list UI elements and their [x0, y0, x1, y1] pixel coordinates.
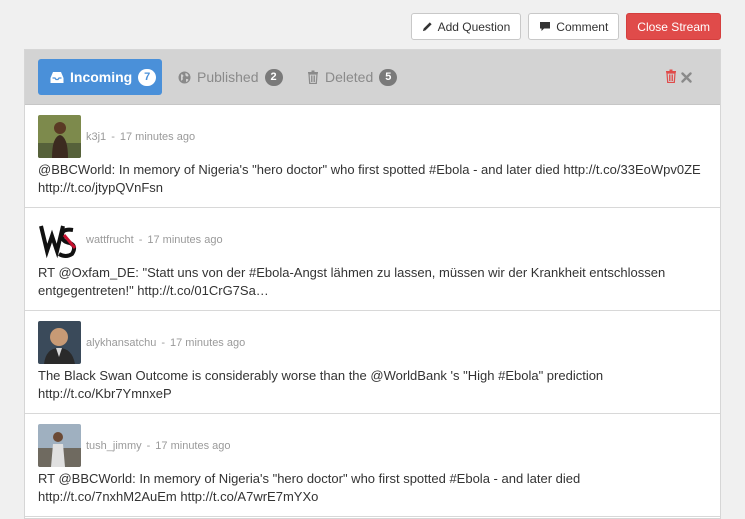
add-question-label: Add Question	[437, 19, 511, 34]
pencil-icon	[422, 22, 432, 32]
tweet-text: RT @BBCWorld: In memory of Nigeria's "he…	[38, 471, 581, 504]
comment-icon	[540, 22, 551, 31]
tab-incoming-label: Incoming	[70, 69, 133, 85]
tab-published-label: Published	[197, 69, 259, 85]
timestamp: 17 minutes ago	[119, 130, 196, 143]
feed-list: k3j1 - 17 minutes ago @BBCWorld: In memo…	[25, 105, 720, 518]
timestamp: 17 minutes ago	[170, 336, 246, 349]
meta-separator: -	[161, 336, 165, 349]
trash-icon[interactable]	[665, 69, 677, 88]
comment-label: Comment	[556, 19, 609, 34]
tweet-text: @BBCWorld: In memory of Nigeria's "hero …	[38, 162, 701, 195]
close-icon[interactable]	[681, 70, 692, 88]
meta-separator: -	[146, 439, 151, 452]
stream-panel: Incoming 7 Published 2 Deleted 5 k3j1 - …	[24, 49, 721, 519]
tweet-text: The Black Swan Outcome is considerably w…	[38, 368, 604, 401]
close-stream-label: Close Stream	[637, 19, 710, 34]
tab-incoming[interactable]: Incoming 7	[38, 59, 162, 95]
tweet-text: RT @Oxfam_DE: "Statt uns von der #Ebola-…	[38, 265, 666, 298]
meta-separator: -	[138, 233, 143, 246]
add-question-button[interactable]: Add Question	[410, 13, 522, 40]
author-name[interactable]: alykhansatchu	[86, 337, 156, 349]
timestamp: 17 minutes ago	[155, 439, 231, 452]
feed-item[interactable]: tush_jimmy - 17 minutes ago RT @BBCWorld…	[25, 414, 720, 517]
feed-item[interactable]: k3j1 - 17 minutes ago @BBCWorld: In memo…	[25, 105, 720, 208]
panel-tools	[665, 69, 692, 88]
published-count-badge: 2	[264, 68, 283, 86]
incoming-count-badge: 7	[138, 68, 157, 86]
close-stream-button[interactable]: Close Stream	[626, 13, 721, 40]
inbox-icon	[50, 71, 64, 84]
deleted-count-badge: 5	[379, 68, 398, 86]
stream-toolbar: Add Question Comment Close Stream	[410, 13, 721, 40]
tab-published[interactable]: Published 2	[166, 59, 295, 95]
tab-bar: Incoming 7 Published 2 Deleted 5	[25, 50, 720, 105]
avatar	[38, 424, 81, 467]
tab-deleted-label: Deleted	[325, 69, 374, 85]
author-name[interactable]: k3j1	[86, 131, 106, 143]
globe-icon	[178, 71, 191, 84]
timestamp: 17 minutes ago	[147, 233, 223, 246]
avatar	[38, 115, 81, 158]
trash-icon	[307, 70, 319, 84]
avatar	[38, 218, 81, 261]
author-name[interactable]: wattfrucht	[86, 234, 134, 246]
meta-separator: -	[111, 130, 115, 143]
author-name[interactable]: tush_jimmy	[86, 440, 142, 452]
feed-item[interactable]: wattfrucht - 17 minutes ago RT @Oxfam_DE…	[25, 208, 720, 311]
tab-deleted[interactable]: Deleted 5	[295, 59, 409, 95]
comment-button[interactable]: Comment	[528, 13, 620, 40]
feed-item[interactable]: alykhansatchu - 17 minutes ago The Black…	[25, 311, 720, 414]
avatar	[38, 321, 81, 364]
